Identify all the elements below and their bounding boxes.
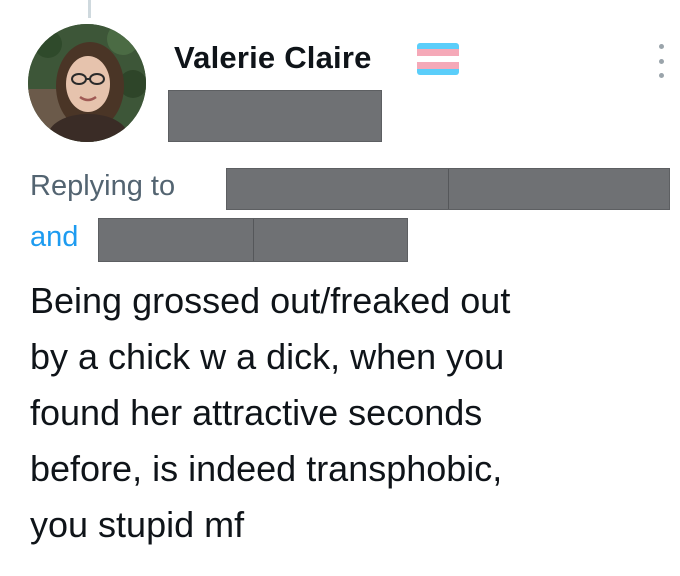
tweet-text-line: found her attractive seconds [30, 392, 483, 433]
redacted-reply-handle-1 [226, 168, 670, 210]
and-label: and [30, 221, 79, 253]
redacted-username [168, 90, 382, 142]
tweet-text-line: by a chick w a dick, when you [30, 336, 505, 377]
avatar[interactable] [28, 24, 146, 142]
more-options-icon[interactable] [655, 44, 667, 78]
tweet-text-line: Being grossed out/freaked out [30, 280, 511, 321]
author-display-name[interactable]: Valerie Claire [174, 40, 372, 76]
redacted-reply-handle-2 [98, 218, 408, 262]
thread-connector-line [88, 0, 91, 18]
tweet-text-line: you stupid mf [30, 504, 245, 545]
avatar-photo [28, 24, 146, 142]
tweet-body: Being grossed out/freaked out by a chick… [30, 273, 670, 553]
replying-to-label: Replying to [30, 170, 176, 202]
tweet-text-line: before, is indeed transphobic, [30, 448, 503, 489]
transgender-flag-icon [417, 43, 459, 75]
